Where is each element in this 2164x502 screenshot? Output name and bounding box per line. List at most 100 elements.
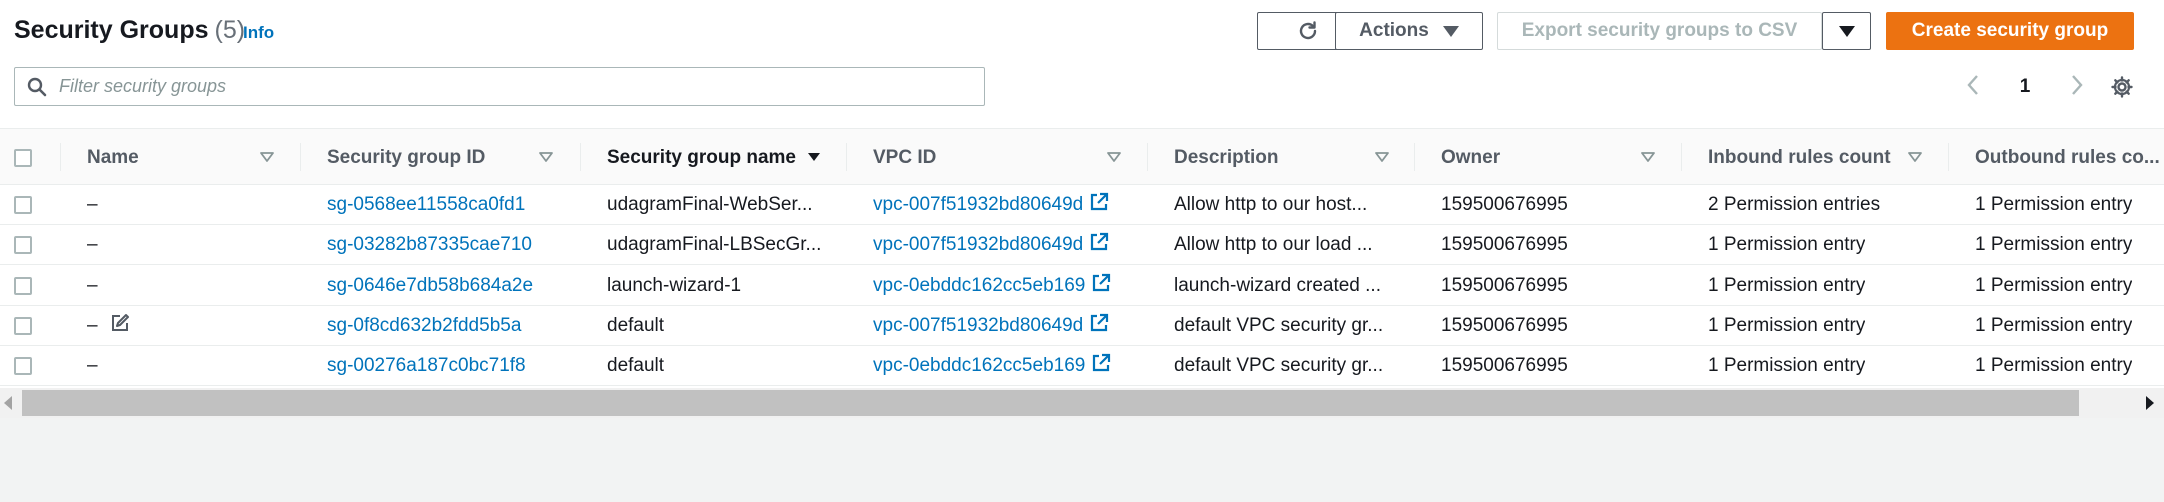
sg-name-value: udagramFinal-LBSecGr... — [607, 234, 822, 255]
column-header-outbound[interactable]: Outbound rules co... — [1975, 129, 2164, 186]
column-header-inbound[interactable]: Inbound rules count — [1708, 129, 1908, 186]
previous-page-icon[interactable] — [1965, 74, 1981, 100]
column-divider — [60, 143, 61, 171]
scrollbar-thumb[interactable] — [22, 390, 2079, 416]
gear-icon[interactable] — [2107, 72, 2137, 102]
description-cell: default VPC security gr... — [1174, 346, 1410, 386]
sg-id-link[interactable]: sg-0646e7db58b684a2e — [327, 275, 533, 297]
actions-dropdown-button[interactable]: Actions — [1335, 12, 1483, 50]
owner-cell: 159500676995 — [1441, 225, 1671, 265]
sort-descending-icon[interactable] — [806, 149, 822, 165]
owner-cell: 159500676995 — [1441, 346, 1671, 386]
row-checkbox[interactable] — [14, 196, 32, 214]
row-checkbox[interactable] — [14, 236, 32, 254]
sg-id-link[interactable]: sg-03282b87335cae710 — [327, 234, 532, 256]
vpc-id-link[interactable]: vpc-007f51932bd80649d — [873, 234, 1083, 256]
vpc-id-link[interactable]: vpc-007f51932bd80649d — [873, 315, 1083, 337]
table-row[interactable]: – sg-0568ee11558ca0fd1 udagramFinal-WebSer… — [0, 185, 2164, 225]
vpc-id-link[interactable]: vpc-0ebddc162cc5eb169 — [873, 275, 1085, 297]
horizontal-scrollbar[interactable] — [0, 388, 2164, 418]
sg-id-cell: sg-0f8cd632b2fdd5b5a — [327, 306, 567, 346]
name-cell: – — [87, 346, 287, 386]
column-header-owner[interactable]: Owner — [1441, 129, 1641, 186]
sg-id-cell: sg-03282b87335cae710 — [327, 225, 567, 265]
name-cell: – — [87, 306, 287, 346]
sort-icon[interactable] — [1640, 149, 1656, 165]
inbound-cell: 1 Permission entry — [1708, 225, 1958, 265]
sg-id-cell: sg-0568ee11558ca0fd1 — [327, 185, 567, 225]
table-header: Name Security group ID Security group na… — [0, 128, 2164, 185]
external-link-icon[interactable] — [1091, 353, 1111, 379]
create-security-group-button[interactable]: Create security group — [1886, 12, 2134, 50]
row-checkbox[interactable] — [14, 357, 32, 375]
row-select-cell — [14, 225, 44, 265]
table-row[interactable]: – sg-00276a187c0bc71f8 default vpc-0ebddc16… — [0, 346, 2164, 386]
row-select-cell — [14, 306, 44, 346]
search-input[interactable] — [59, 76, 959, 97]
column-header-sg-id[interactable]: Security group ID — [327, 129, 527, 186]
vpc-id-link[interactable]: vpc-0ebddc162cc5eb169 — [873, 355, 1085, 377]
outbound-value: 1 Permission entry — [1975, 315, 2133, 336]
inbound-cell: 1 Permission entry — [1708, 306, 1958, 346]
caret-down-icon — [1442, 25, 1459, 37]
create-label: Create security group — [1911, 20, 2109, 41]
column-header-vpc-id[interactable]: VPC ID — [873, 129, 1073, 186]
vpc-id-cell: vpc-0ebddc162cc5eb169 — [873, 346, 1143, 386]
scroll-right-icon[interactable] — [2146, 396, 2154, 410]
external-link-icon[interactable] — [1089, 232, 1109, 258]
name-value: – — [87, 275, 98, 296]
row-checkbox[interactable] — [14, 277, 32, 295]
sg-name-cell: default — [607, 346, 837, 386]
table-row[interactable]: – sg-0f8cd632b2fdd5b5a default vpc-007f5193… — [0, 306, 2164, 346]
name-value: – — [87, 355, 98, 376]
external-link-icon[interactable] — [1089, 192, 1109, 218]
row-checkbox[interactable] — [14, 317, 32, 335]
sg-id-link[interactable]: sg-0f8cd632b2fdd5b5a — [327, 315, 521, 337]
sort-icon[interactable] — [1374, 149, 1390, 165]
outbound-value: 1 Permission entry — [1975, 194, 2133, 215]
sort-icon[interactable] — [1907, 149, 1923, 165]
external-link-icon[interactable] — [1091, 273, 1111, 299]
sg-id-link[interactable]: sg-0568ee11558ca0fd1 — [327, 194, 525, 216]
export-options-dropdown[interactable] — [1822, 12, 1871, 50]
pagination: 1 — [1965, 72, 2085, 102]
sg-id-cell: sg-0646e7db58b684a2e — [327, 266, 567, 306]
export-label: Export security groups to CSV — [1521, 20, 1798, 41]
owner-cell: 159500676995 — [1441, 306, 1671, 346]
table-row[interactable]: – sg-0646e7db58b684a2e launch-wizard-1 vpc-… — [0, 266, 2164, 306]
sg-name-value: udagramFinal-WebSer... — [607, 194, 813, 215]
description-value: default VPC security gr... — [1174, 315, 1384, 336]
sort-icon[interactable] — [1106, 149, 1122, 165]
column-header-name[interactable]: Name — [87, 129, 247, 186]
column-header-sg-name[interactable]: Security group name — [607, 129, 797, 186]
column-divider — [1414, 143, 1415, 171]
inbound-value: 1 Permission entry — [1708, 355, 1866, 376]
external-link-icon[interactable] — [1089, 313, 1109, 339]
description-value: default VPC security gr... — [1174, 355, 1384, 376]
sort-icon[interactable] — [538, 149, 554, 165]
vpc-id-link[interactable]: vpc-007f51932bd80649d — [873, 194, 1083, 216]
export-csv-button[interactable]: Export security groups to CSV — [1497, 12, 1822, 50]
sg-id-link[interactable]: sg-00276a187c0bc71f8 — [327, 355, 526, 377]
edit-icon[interactable] — [110, 313, 130, 339]
sg-name-value: default — [607, 315, 665, 336]
select-all-checkbox[interactable] — [14, 148, 32, 167]
column-label: Security group name — [607, 146, 796, 168]
outbound-value: 1 Permission entry — [1975, 234, 2133, 255]
sg-name-cell: udagramFinal-LBSecGr... — [607, 225, 837, 265]
column-label: VPC ID — [873, 146, 937, 168]
info-link[interactable]: Info — [243, 23, 274, 43]
sort-icon[interactable] — [259, 149, 275, 165]
sg-name-cell: default — [607, 306, 837, 346]
security-group-count: (5) — [214, 16, 246, 44]
column-divider — [1147, 143, 1148, 171]
current-page-number[interactable]: 1 — [2020, 76, 2031, 98]
name-cell: – — [87, 225, 287, 265]
table-row[interactable]: – sg-03282b87335cae710 udagramFinal-LBSecG… — [0, 225, 2164, 265]
scroll-left-icon[interactable] — [4, 396, 12, 410]
column-header-description[interactable]: Description — [1174, 129, 1374, 186]
next-page-icon[interactable] — [2069, 74, 2085, 100]
owner-value: 159500676995 — [1441, 315, 1568, 336]
name-value: – — [87, 234, 98, 255]
inbound-value: 2 Permission entries — [1708, 194, 1881, 215]
